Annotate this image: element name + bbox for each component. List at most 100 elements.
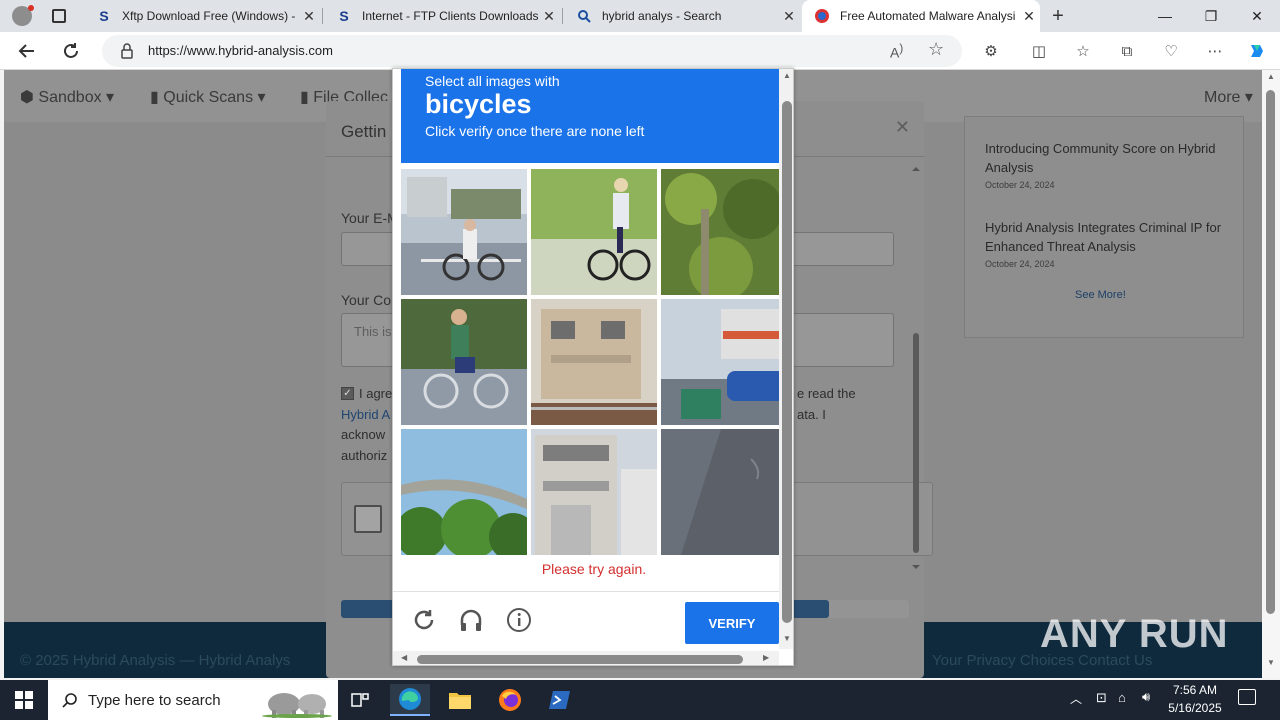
browser-essentials-icon[interactable]: ♡ xyxy=(1158,38,1184,64)
tab-separator xyxy=(562,8,563,24)
folder-icon xyxy=(449,693,471,709)
captcha-vertical-scrollbar[interactable]: ▲ ▼ xyxy=(779,69,793,649)
captcha-info-button[interactable] xyxy=(504,605,534,635)
agree-text: e read the xyxy=(797,386,856,401)
terms-link[interactable]: Hybrid A xyxy=(341,405,390,425)
tab-close-icon[interactable]: ✕ xyxy=(298,8,320,25)
extensions-icon[interactable]: ⚙ xyxy=(978,38,1004,64)
tab-actions-icon[interactable] xyxy=(52,9,66,23)
tab-close-icon[interactable]: ✕ xyxy=(778,8,800,25)
modal-title: Gettin xyxy=(341,122,387,141)
tab-ftp-clients[interactable]: S Internet - FTP Clients Downloads ✕ xyxy=(324,0,560,32)
captcha-footer-divider xyxy=(393,591,783,592)
captcha-tile-asphalt[interactable] xyxy=(661,429,787,555)
taskbar-search-placeholder: Type here to search xyxy=(88,692,221,709)
task-view-button[interactable] xyxy=(340,684,380,716)
modal-scrollbar[interactable] xyxy=(910,163,922,573)
captcha-audio-button[interactable] xyxy=(456,605,486,635)
captcha-tile-bicycle-street[interactable] xyxy=(401,169,527,295)
scroll-down-arrow[interactable]: ▼ xyxy=(1267,658,1275,667)
read-aloud-icon[interactable]: A) xyxy=(890,42,903,61)
scroll-thumb[interactable] xyxy=(782,101,792,623)
captcha-tile-house-building[interactable] xyxy=(531,429,657,555)
scroll-left-arrow[interactable]: ◀ xyxy=(401,653,407,662)
scroll-down-arrow[interactable]: ▼ xyxy=(783,634,791,643)
url-bar[interactable]: https://www.hybrid-analysis.com A) ☆ xyxy=(102,35,962,67)
tab-close-icon[interactable]: ✕ xyxy=(1018,8,1040,25)
taskbar-edge[interactable] xyxy=(390,684,430,716)
browser-tab-bar: S Xftp Download Free (Windows) - ✕ S Int… xyxy=(0,0,1280,32)
recaptcha-checkbox[interactable] xyxy=(354,505,382,533)
show-hidden-icons[interactable]: ︿ xyxy=(1070,690,1082,707)
tab-close-icon[interactable]: ✕ xyxy=(538,8,560,25)
address-bar-row: https://www.hybrid-analysis.com A) ☆ ⚙ ◫… xyxy=(0,32,1280,70)
captcha-tile-bicycle-rider-grass[interactable] xyxy=(531,169,657,295)
captcha-error-message: Please try again. xyxy=(541,561,647,577)
favorites-icon[interactable]: ☆ xyxy=(1070,38,1096,64)
scroll-thumb[interactable] xyxy=(1266,90,1275,614)
url-text: https://www.hybrid-analysis.com xyxy=(148,43,333,58)
new-tab-button[interactable]: + xyxy=(1046,4,1070,28)
restore-button[interactable]: ❐ xyxy=(1188,0,1234,32)
notification-center-icon[interactable] xyxy=(1238,689,1256,705)
close-window-button[interactable]: ✕ xyxy=(1234,0,1280,32)
edge-icon xyxy=(399,688,421,710)
tab-hybrid-analysis[interactable]: Free Automated Malware Analysi ✕ xyxy=(802,0,1040,32)
start-button[interactable] xyxy=(0,680,48,720)
collections-icon[interactable]: ⧉ xyxy=(1114,38,1140,64)
tab-title: Free Automated Malware Analysi xyxy=(840,9,1016,23)
tab-xftp[interactable]: S Xftp Download Free (Windows) - ✕ xyxy=(84,0,320,32)
info-icon xyxy=(507,608,531,632)
refresh-button[interactable] xyxy=(56,36,86,66)
taskbar-powershell[interactable] xyxy=(540,684,580,716)
modal-close-icon[interactable]: ✕ xyxy=(895,117,910,138)
captcha-tile-bushes[interactable] xyxy=(661,169,787,295)
captcha-tile-bicycle-girl[interactable] xyxy=(401,299,527,425)
agree-text: acknow xyxy=(341,427,386,442)
captcha-horizontal-scrollbar[interactable]: ◀ ▶ xyxy=(393,651,779,665)
copilot-icon[interactable] xyxy=(1244,38,1270,64)
task-view-icon xyxy=(351,693,369,707)
agree-text: ata. I xyxy=(797,407,826,422)
news-card: Introducing Community Score on Hybrid An… xyxy=(964,116,1244,338)
agree-text: I agre xyxy=(359,386,393,401)
taskbar-firefox[interactable] xyxy=(490,684,530,716)
nav-more[interactable]: More ▾ xyxy=(1204,87,1253,107)
headphones-icon xyxy=(460,609,482,631)
network-icon[interactable]: ⊡ xyxy=(1096,690,1107,706)
more-menu-icon[interactable]: ⋯ xyxy=(1202,38,1228,64)
captcha-tile-house-rail[interactable] xyxy=(531,299,657,425)
nav-quick-scans[interactable]: ▮ Quick Scans ▾ xyxy=(150,87,266,107)
scroll-up-arrow[interactable]: ▲ xyxy=(1267,72,1275,81)
verify-button[interactable]: VERIFY xyxy=(685,602,779,644)
taskbar-search-box[interactable]: Type here to search xyxy=(48,680,338,720)
see-more-link[interactable]: See More! xyxy=(1075,289,1126,301)
news-title[interactable]: Introducing Community Score on Hybrid An… xyxy=(985,139,1225,177)
taskbar-clock-date[interactable]: 5/16/2025 xyxy=(1166,701,1224,715)
captcha-refresh-button[interactable] xyxy=(409,605,439,635)
tab-search[interactable]: hybrid analys - Search ✕ xyxy=(564,0,800,32)
taskbar-clock-time[interactable]: 7:56 AM xyxy=(1170,683,1220,697)
split-screen-icon[interactable]: ◫ xyxy=(1026,38,1052,64)
scroll-up-arrow[interactable]: ▲ xyxy=(783,71,791,80)
agree-checkbox[interactable]: ✓ xyxy=(341,387,354,400)
volume-icon[interactable]: 🔊︎ xyxy=(1142,689,1150,705)
scroll-thumb[interactable] xyxy=(417,655,743,664)
minimize-button[interactable]: — xyxy=(1142,0,1188,32)
favorite-star-icon[interactable]: ☆ xyxy=(928,39,944,60)
scroll-right-arrow[interactable]: ▶ xyxy=(763,653,769,662)
captcha-hint: Click verify once there are none left xyxy=(425,123,645,139)
captcha-tile-city-street-car[interactable] xyxy=(661,299,787,425)
nav-sandbox[interactable]: ⬢ Sandbox ▾ xyxy=(20,87,114,107)
taskbar-file-explorer[interactable] xyxy=(440,684,480,716)
tab-title: Xftp Download Free (Windows) - xyxy=(122,9,296,23)
news-title[interactable]: Hybrid Analysis Integrates Criminal IP f… xyxy=(985,218,1225,256)
tab-title: Internet - FTP Clients Downloads xyxy=(362,9,538,23)
wifi-icon[interactable]: ⌂ xyxy=(1118,690,1126,705)
back-button[interactable] xyxy=(12,36,42,66)
lock-icon[interactable] xyxy=(120,43,134,59)
windows-taskbar: Type here to search ︿ ⊡ ⌂ 🔊︎ 7:56 AM 5/1… xyxy=(0,680,1280,720)
browser-scrollbar[interactable]: ▲ ▼ xyxy=(1262,70,1280,678)
captcha-tile-overpass-trees[interactable] xyxy=(401,429,527,555)
refresh-icon xyxy=(64,43,78,58)
